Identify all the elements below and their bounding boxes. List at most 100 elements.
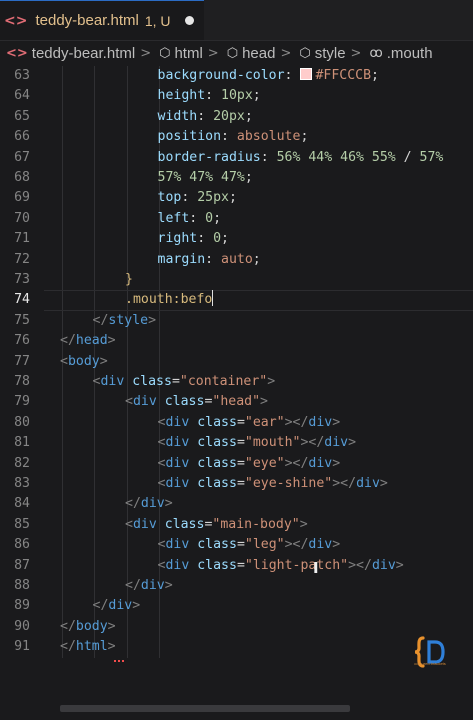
html-tag-name: style bbox=[108, 312, 149, 328]
breadcrumb-item[interactable]: ꝏ .mouth bbox=[363, 45, 432, 62]
horizontal-scrollbar[interactable] bbox=[60, 705, 350, 712]
punctuation: = bbox=[171, 374, 180, 389]
punctuation: ; bbox=[213, 210, 222, 226]
html-tag-name: div bbox=[100, 374, 125, 389]
code-line[interactable]: 73} bbox=[0, 270, 473, 290]
code-line[interactable]: 65 width: 20px; bbox=[0, 107, 473, 127]
symbol-selector-icon: ꝏ bbox=[369, 45, 383, 61]
unsaved-dot-icon[interactable] bbox=[184, 16, 194, 25]
breadcrumb-item[interactable]: ⬡ style bbox=[293, 45, 345, 62]
code-line[interactable]: 72 margin: auto; bbox=[0, 250, 473, 270]
line-number: 65 bbox=[14, 108, 30, 124]
html-bracket: > bbox=[332, 414, 341, 430]
line-number: 90 bbox=[14, 618, 30, 634]
code-line[interactable]: 71 right: 0; bbox=[0, 229, 473, 249]
code-line[interactable]: 90 </body> bbox=[0, 617, 473, 637]
punctuation: = bbox=[236, 414, 245, 430]
css-number: 57% 47% 47% bbox=[157, 170, 245, 185]
code-text: } bbox=[125, 270, 133, 290]
code-line[interactable]: 89 </div> bbox=[0, 596, 473, 616]
code-line[interactable]: 68 57% 47% 47%; bbox=[0, 168, 473, 188]
code-line[interactable]: 87 <div class="light-patch"></div> bbox=[0, 556, 473, 576]
html-bracket: ></ bbox=[284, 537, 309, 553]
code-line[interactable]: 77 <body> bbox=[0, 352, 473, 372]
code-text: top: 25px; bbox=[158, 188, 237, 208]
color-swatch[interactable] bbox=[300, 68, 313, 80]
css-number: 0 bbox=[205, 210, 214, 226]
code-text: <body> bbox=[60, 352, 108, 372]
line-number: 64 bbox=[14, 88, 30, 104]
code-text: </body> bbox=[60, 617, 116, 637]
html-attribute: class bbox=[197, 435, 237, 451]
breadcrumb-item[interactable]: ⬡ head bbox=[221, 45, 276, 62]
code-line[interactable]: 84 </div> bbox=[0, 494, 473, 514]
css-brace: } bbox=[125, 272, 133, 287]
html-attribute-value: "leg" bbox=[244, 537, 285, 553]
code-line[interactable]: 63 background-color: #FFCCCB; bbox=[0, 66, 473, 86]
code-line[interactable]: 76 </head> bbox=[0, 331, 473, 351]
code-editor-text-area[interactable]: 63 background-color: #FFCCCB; 64 height: 10… bbox=[0, 66, 473, 706]
code-text: <div class="main-body"> bbox=[125, 515, 308, 535]
html-attribute: class bbox=[197, 476, 237, 491]
code-line[interactable]: 82 <div class="eye"></div> bbox=[0, 454, 473, 474]
line-number: 72 bbox=[14, 251, 30, 267]
css-number: 57% bbox=[419, 149, 444, 165]
html-attribute-value: "eye-shine" bbox=[244, 476, 333, 491]
code-line[interactable]: 91 </html> bbox=[0, 637, 473, 657]
code-line[interactable]: 88 </div> bbox=[0, 576, 473, 596]
html-bracket: ></ bbox=[300, 435, 325, 451]
code-line[interactable]: 69 top: 25px; bbox=[0, 188, 473, 208]
code-text: <div class="mouth"></div> bbox=[158, 433, 357, 453]
code-line[interactable]: 75 </style> bbox=[0, 311, 473, 331]
tab-teddy-bear-html[interactable]: <> teddy-bear.html 1, U bbox=[0, 0, 204, 40]
breadcrumb: <> teddy-bear.html > ⬡ html > ⬡ head > ⬡ style > ꝏ .m… bbox=[0, 41, 473, 65]
html-attribute-value: "main-body" bbox=[212, 516, 300, 532]
line-number: 82 bbox=[14, 455, 30, 471]
chevron-right-icon: > bbox=[140, 45, 152, 61]
line-number: 86 bbox=[14, 537, 30, 553]
punctuation: = bbox=[236, 455, 245, 471]
code-line[interactable]: 85 <div class="main-body"> bbox=[0, 515, 473, 535]
punctuation: : bbox=[205, 251, 222, 267]
code-line[interactable]: 79 <div class="head"> bbox=[0, 392, 473, 412]
punctuation: ; bbox=[244, 170, 253, 185]
code-text: width: 20px; bbox=[158, 107, 253, 127]
html-attribute-value: "ear" bbox=[244, 414, 285, 430]
mouse-ibeam-cursor-icon: Ⅰ bbox=[313, 559, 319, 577]
html-tag-name: div bbox=[165, 414, 190, 430]
html-bracket: > bbox=[332, 455, 341, 471]
code-text: left: 0; bbox=[158, 209, 222, 229]
code-line[interactable]: 80 <div class="ear"></div> bbox=[0, 413, 473, 433]
code-line[interactable]: 83 <div class="eye-shine"></div> bbox=[0, 474, 473, 494]
html-tag-name: div bbox=[132, 516, 157, 532]
css-property: border-radius bbox=[157, 149, 261, 165]
line-number: 84 bbox=[14, 496, 30, 512]
code-line[interactable]: 81 <div class="mouth"></div> bbox=[0, 433, 473, 453]
html-bracket: ></ bbox=[332, 476, 357, 491]
html-bracket: > bbox=[164, 496, 173, 512]
code-line[interactable]: 78 <div class="container"> bbox=[0, 372, 473, 392]
code-line[interactable]: 70 left: 0; bbox=[0, 209, 473, 229]
code-text: <div class="container"> bbox=[93, 372, 276, 392]
html-tag-name: body bbox=[67, 353, 100, 369]
breadcrumb-label: teddy-bear.html bbox=[31, 44, 136, 62]
chevron-right-icon: > bbox=[350, 45, 362, 61]
html-tag-name: div bbox=[371, 557, 396, 573]
html-bracket: ></ bbox=[348, 557, 372, 573]
css-number: 10px bbox=[221, 88, 253, 104]
code-line[interactable]: 74 .mouth:befo bbox=[0, 290, 473, 310]
punctuation bbox=[157, 394, 165, 409]
code-line[interactable]: 86 <div class="leg"></div> bbox=[0, 535, 473, 555]
editor-tab-bar: <> teddy-bear.html 1, U bbox=[0, 0, 473, 41]
line-number: 89 bbox=[14, 598, 30, 614]
html-bracket: ></ bbox=[284, 414, 309, 430]
breadcrumb-item[interactable]: <> teddy-bear.html bbox=[0, 45, 135, 62]
symbol-element-icon: ⬡ bbox=[299, 45, 311, 61]
breadcrumb-item[interactable]: ⬡ html bbox=[153, 45, 203, 62]
css-property: top bbox=[157, 190, 182, 206]
html-file-icon: <> bbox=[4, 12, 28, 29]
code-line[interactable]: 64 height: 10px; bbox=[0, 86, 473, 106]
html-bracket: < bbox=[125, 394, 133, 410]
code-line[interactable]: 67 border-radius: 56% 44% 46% 55% / 57% bbox=[0, 148, 473, 168]
code-line[interactable]: 66 position: absolute; bbox=[0, 127, 473, 147]
